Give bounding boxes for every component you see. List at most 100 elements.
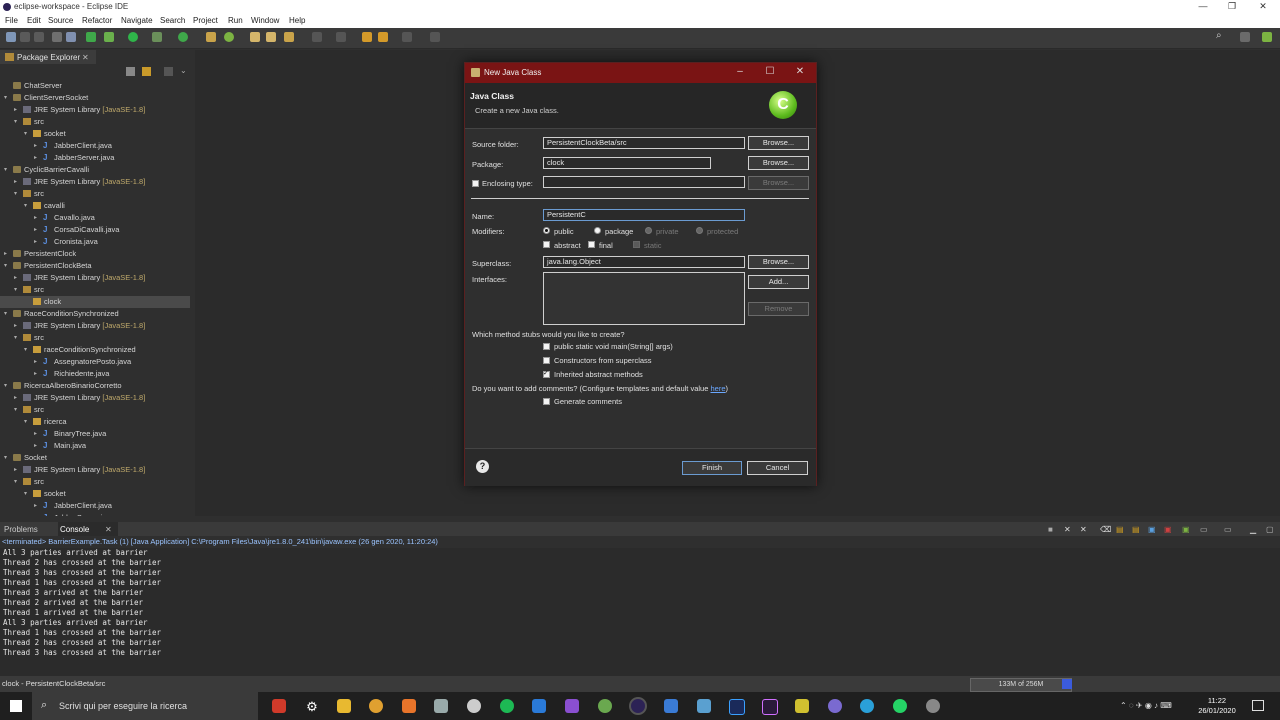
tab-problems[interactable]: Problems xyxy=(4,525,38,534)
stub-main-checkbox[interactable] xyxy=(543,343,550,350)
help-icon[interactable]: ? xyxy=(476,460,489,473)
browse-superclass-button[interactable]: Browse... xyxy=(748,255,809,269)
menu-run[interactable]: Run xyxy=(228,16,243,25)
remove-launch-icon[interactable]: ✕ xyxy=(1064,525,1071,534)
tree-item[interactable]: ▸ J Cavallo.java xyxy=(0,212,190,224)
menu-source[interactable]: Source xyxy=(48,16,73,25)
tree-item[interactable]: ChatServer xyxy=(0,80,190,92)
expand-toggle-icon[interactable]: ▾ xyxy=(24,490,30,497)
tree-item[interactable]: ▾ raceConditionSynchronized xyxy=(0,344,190,356)
search-toolbar-icon[interactable] xyxy=(284,32,294,42)
browse-source-button[interactable]: Browse... xyxy=(748,136,809,150)
notifications-icon[interactable] xyxy=(1252,700,1264,711)
app-icon-5[interactable] xyxy=(402,699,416,713)
app-icon-11[interactable] xyxy=(598,699,612,713)
pin-icon[interactable] xyxy=(336,32,346,42)
add-interface-button[interactable]: Add... xyxy=(748,275,809,289)
nav-back-icon[interactable] xyxy=(378,32,388,42)
heap-status[interactable]: 133M of 256M xyxy=(970,678,1072,692)
finish-button[interactable]: Finish xyxy=(682,461,742,475)
menu-navigate[interactable]: Navigate xyxy=(121,16,153,25)
chevron-down-icon[interactable]: ⌄ xyxy=(180,66,187,75)
new-package-icon[interactable] xyxy=(206,32,216,42)
modifier-public-radio[interactable] xyxy=(543,227,550,234)
expand-toggle-icon[interactable]: ▾ xyxy=(14,118,20,125)
browse-enclosing-button[interactable]: Browse... xyxy=(748,176,809,190)
expand-toggle-icon[interactable]: ▸ xyxy=(4,250,10,257)
tree-item[interactable]: ▾ src xyxy=(0,284,190,296)
tree-item[interactable]: ▸JJabberServer.java xyxy=(0,512,190,516)
expand-toggle-icon[interactable]: ▾ xyxy=(24,130,30,137)
dialog-maximize-button[interactable]: ☐ xyxy=(760,66,780,77)
expand-toggle-icon[interactable]: ▸ xyxy=(34,214,40,221)
open-console-icon[interactable]: ▭ xyxy=(1224,525,1232,534)
perspective-icon[interactable] xyxy=(1240,32,1250,42)
expand-toggle-icon[interactable]: ▸ xyxy=(14,394,20,401)
tree-item[interactable]: ▾ src xyxy=(0,476,190,488)
new-icon[interactable] xyxy=(6,32,16,42)
tree-item[interactable]: ▸ JRE System Library [JavaSE-1.8] xyxy=(0,176,190,188)
settings-gear-icon[interactable]: ⚙ xyxy=(305,699,319,714)
menu-edit[interactable]: Edit xyxy=(27,16,41,25)
build-icon[interactable] xyxy=(52,32,62,42)
show-stdout-icon[interactable]: ▣ xyxy=(1148,525,1156,534)
package-field[interactable]: clock xyxy=(543,157,711,169)
static-checkbox[interactable] xyxy=(633,241,640,248)
dialog-minimize-button[interactable]: – xyxy=(730,66,750,77)
tree-item[interactable]: ▾ src xyxy=(0,188,190,200)
modifier-private-radio[interactable] xyxy=(645,227,652,234)
tree-item[interactable]: ▸JJabberServer.java xyxy=(0,152,190,164)
expand-toggle-icon[interactable]: ▾ xyxy=(4,382,10,389)
tree-item[interactable]: ▸ J Main.java xyxy=(0,440,190,452)
expand-toggle-icon[interactable]: ▸ xyxy=(34,226,40,233)
expand-toggle-icon[interactable]: ▾ xyxy=(14,478,20,485)
tree-item[interactable]: ▸ J AssegnatorePosto.java xyxy=(0,356,190,368)
search-icon[interactable]: ⌕ xyxy=(1216,30,1226,41)
tree-item[interactable]: ▾ Socket xyxy=(0,452,190,464)
tree-item[interactable]: ▸ JRE System Library [JavaSE-1.8] xyxy=(0,464,190,476)
expand-toggle-icon[interactable]: ▾ xyxy=(14,406,20,413)
expand-toggle-icon[interactable]: ▸ xyxy=(14,178,20,185)
photoshop-icon[interactable] xyxy=(729,699,745,715)
terminal-icon[interactable] xyxy=(66,32,76,42)
show-stderr-icon[interactable]: ▣ xyxy=(1164,525,1172,534)
expand-toggle-icon[interactable]: ▸ xyxy=(34,358,40,365)
expand-toggle-icon[interactable]: ▸ xyxy=(14,322,20,329)
tree-item[interactable]: ▾ RicercaAlberoBinarioCorretto xyxy=(0,380,190,392)
expand-toggle-icon[interactable]: ▾ xyxy=(24,418,30,425)
source-folder-field[interactable]: PersistentClockBeta/src xyxy=(543,137,745,149)
final-checkbox[interactable] xyxy=(588,241,595,248)
java-perspective-icon[interactable] xyxy=(1262,32,1272,42)
generate-comments-checkbox[interactable] xyxy=(543,398,550,405)
expand-toggle-icon[interactable]: ▸ xyxy=(34,370,40,377)
menu-project[interactable]: Project xyxy=(193,16,218,25)
run-last-icon[interactable] xyxy=(178,32,188,42)
new-class-icon[interactable] xyxy=(224,32,234,42)
tree-item[interactable]: ▾ RaceConditionSynchronized xyxy=(0,308,190,320)
terminate-icon[interactable]: ■ xyxy=(1048,525,1053,534)
app-icon-13[interactable] xyxy=(664,699,678,713)
expand-toggle-icon[interactable]: ▾ xyxy=(4,166,10,173)
tree-item[interactable]: ▸ JRE System Library [JavaSE-1.8] xyxy=(0,272,190,284)
expand-toggle-icon[interactable]: ▸ xyxy=(34,142,40,149)
premiere-icon[interactable] xyxy=(762,699,778,715)
open-type-icon[interactable] xyxy=(250,32,260,42)
spotify-icon[interactable] xyxy=(500,699,514,713)
whatsapp-icon[interactable] xyxy=(893,699,907,713)
tree-item[interactable]: ▾ socket xyxy=(0,488,190,500)
tree-item[interactable]: ▸ J CorsaDiCavalli.java xyxy=(0,224,190,236)
browse-package-button[interactable]: Browse... xyxy=(748,156,809,170)
tree-item[interactable]: ▸ J JabberClient.java xyxy=(0,500,190,512)
expand-toggle-icon[interactable]: ▸ xyxy=(34,238,40,245)
close-window-button[interactable]: ✕ xyxy=(1248,1,1278,12)
app-icon-6[interactable] xyxy=(434,699,448,713)
chrome-icon[interactable] xyxy=(369,699,383,713)
app-icon-7[interactable] xyxy=(467,699,481,713)
garbage-collect-icon[interactable] xyxy=(1062,679,1072,689)
save-all-icon[interactable] xyxy=(34,32,44,42)
expand-toggle-icon[interactable]: ▸ xyxy=(14,106,20,113)
console-output[interactable]: All 3 parties arrived at barrier Thread 2… xyxy=(0,548,1280,676)
clear-console-icon[interactable]: ⌫ xyxy=(1100,525,1111,534)
external-tools-icon[interactable] xyxy=(152,32,162,42)
modifier-package-radio[interactable] xyxy=(594,227,601,234)
